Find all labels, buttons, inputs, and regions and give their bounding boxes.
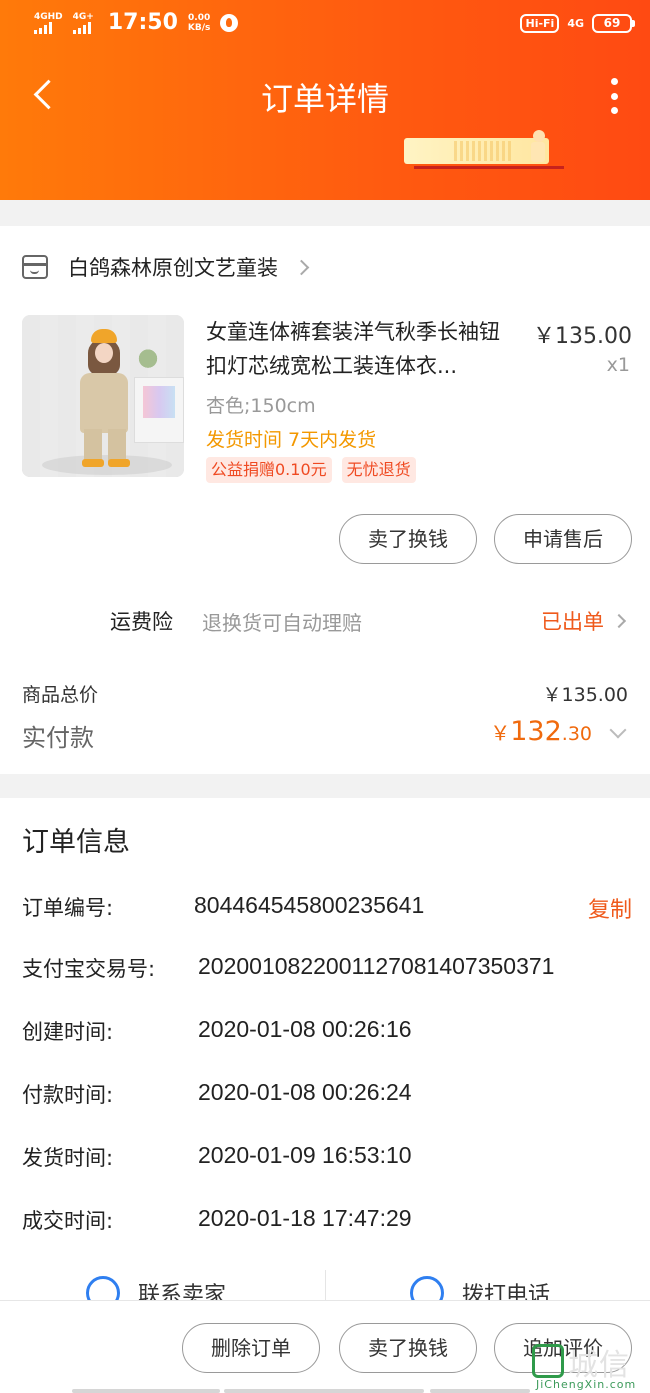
signal-2: 4G+ (72, 11, 94, 34)
chevron-right-icon (293, 259, 310, 275)
insurance-label: 运费险 (110, 610, 173, 634)
signal-bars-icon (34, 21, 52, 34)
shop-name: 白鸽森林原创文艺童装 (68, 256, 278, 280)
home-indicator (224, 1389, 424, 1393)
app-notification-icon (220, 13, 239, 32)
shop-row[interactable]: 白鸽森林原创文艺童装 (22, 252, 310, 282)
shop-icon (22, 255, 48, 279)
info-key: 发货时间: (22, 1146, 114, 1170)
paid-integer: 132 (510, 716, 562, 747)
return-tag: 无忧退货 (341, 457, 416, 483)
total-price-value: ￥135.00 (542, 684, 628, 706)
contact-seller-label: 联系卖家 (138, 1283, 227, 1300)
info-value: 2020010822001127081407350371 (198, 953, 555, 979)
hifi-badge: Hi-Fi (520, 14, 560, 33)
call-button[interactable]: 拨打电话 (410, 1276, 550, 1300)
home-indicator (430, 1389, 530, 1393)
paid-amount: ￥132.30 (490, 716, 592, 747)
watermark-logo: 城信 JiChengXin.com (532, 1340, 644, 1392)
order-info-card: 订单信息 订单编号: 804464545800235641 复制 支付宝交易号:… (0, 798, 650, 1318)
product-title[interactable]: 女童连体裤套装洋气秋季长袖钮扣灯芯绒宽松工装连体衣... (206, 315, 520, 383)
order-info-title: 订单信息 (22, 827, 130, 858)
page-title: 订单详情 (260, 80, 389, 118)
info-key: 订单编号: (22, 896, 114, 920)
info-value: 804464545800235641 (194, 892, 425, 918)
chevron-down-icon[interactable] (609, 721, 627, 739)
shipping-time: 发货时间 7天内发货 (206, 429, 377, 451)
product-price: ￥135.00 (533, 324, 632, 349)
product-quantity: x1 (606, 354, 630, 376)
paid-label: 实付款 (22, 724, 94, 752)
status-bar: 4GHD 4G+ 17:50 0.00 KB/s Hi-Fi 4G 69 (0, 0, 650, 52)
info-value: 2020-01-08 00:26:24 (198, 1079, 412, 1105)
signal-1: 4GHD (34, 12, 63, 34)
call-label: 拨打电话 (462, 1283, 551, 1300)
info-value: 2020-01-18 17:47:29 (198, 1205, 412, 1231)
signal-1-label: 4GHD (34, 11, 63, 22)
info-key: 创建时间: (22, 1020, 114, 1044)
watermark-sub: JiChengXin.com (536, 1378, 637, 1391)
divider (325, 1270, 326, 1300)
paid-decimal: .30 (561, 723, 592, 745)
info-key: 成交时间: (22, 1209, 114, 1233)
copy-button[interactable]: 复制 (588, 892, 632, 924)
sell-button[interactable]: 卖了换钱 (339, 514, 477, 564)
sell-button[interactable]: 卖了换钱 (339, 1323, 477, 1373)
signal-bars-icon (72, 21, 91, 34)
net-speed-unit: KB/s (187, 22, 211, 33)
charity-tag: 公益捐赠0.10元 (206, 457, 332, 483)
signal-2-label: 4G+ (72, 11, 94, 22)
after-sale-button[interactable]: 申请售后 (494, 514, 632, 564)
header: 4GHD 4G+ 17:50 0.00 KB/s Hi-Fi 4G 69 订单详… (0, 0, 650, 200)
delivery-illustration (404, 128, 564, 174)
net-speed: 0.00 KB/s (188, 13, 210, 33)
paid-currency: ￥ (490, 721, 511, 745)
chat-icon (86, 1276, 120, 1300)
more-icon[interactable] (608, 78, 620, 114)
watermark-icon (532, 1344, 564, 1378)
info-key: 支付宝交易号: (22, 957, 156, 981)
status-time: 17:50 (107, 10, 178, 35)
product-sku: 杏色;150cm (206, 395, 316, 417)
contact-row: 联系卖家 拨打电话 (0, 1270, 650, 1300)
info-value: 2020-01-08 00:26:16 (198, 1016, 412, 1042)
order-item-card: 白鸽森林原创文艺童装 女童连体裤套装洋气秋季长袖钮扣灯芯绒宽松工装连体衣... … (0, 226, 650, 774)
net-speed-value: 0.00 (188, 12, 211, 23)
total-price-label: 商品总价 (22, 684, 99, 706)
chevron-right-icon (611, 613, 627, 629)
delete-order-button[interactable]: 删除订单 (182, 1323, 320, 1373)
battery-icon: 69 (592, 14, 635, 33)
contact-seller-button[interactable]: 联系卖家 (86, 1276, 226, 1300)
product-tags: 公益捐赠0.10元 无忧退货 (206, 457, 416, 483)
product-image[interactable] (22, 315, 184, 477)
network-type: 4G (567, 17, 584, 30)
insurance-desc: 退换货可自动理赔 (202, 611, 362, 635)
insurance-status-text: 已出单 (541, 610, 604, 634)
insurance-status[interactable]: 已出单 (541, 606, 627, 636)
info-value: 2020-01-09 16:53:10 (198, 1142, 412, 1168)
phone-icon (410, 1276, 444, 1300)
info-key: 付款时间: (22, 1083, 114, 1107)
home-indicator (72, 1389, 220, 1393)
